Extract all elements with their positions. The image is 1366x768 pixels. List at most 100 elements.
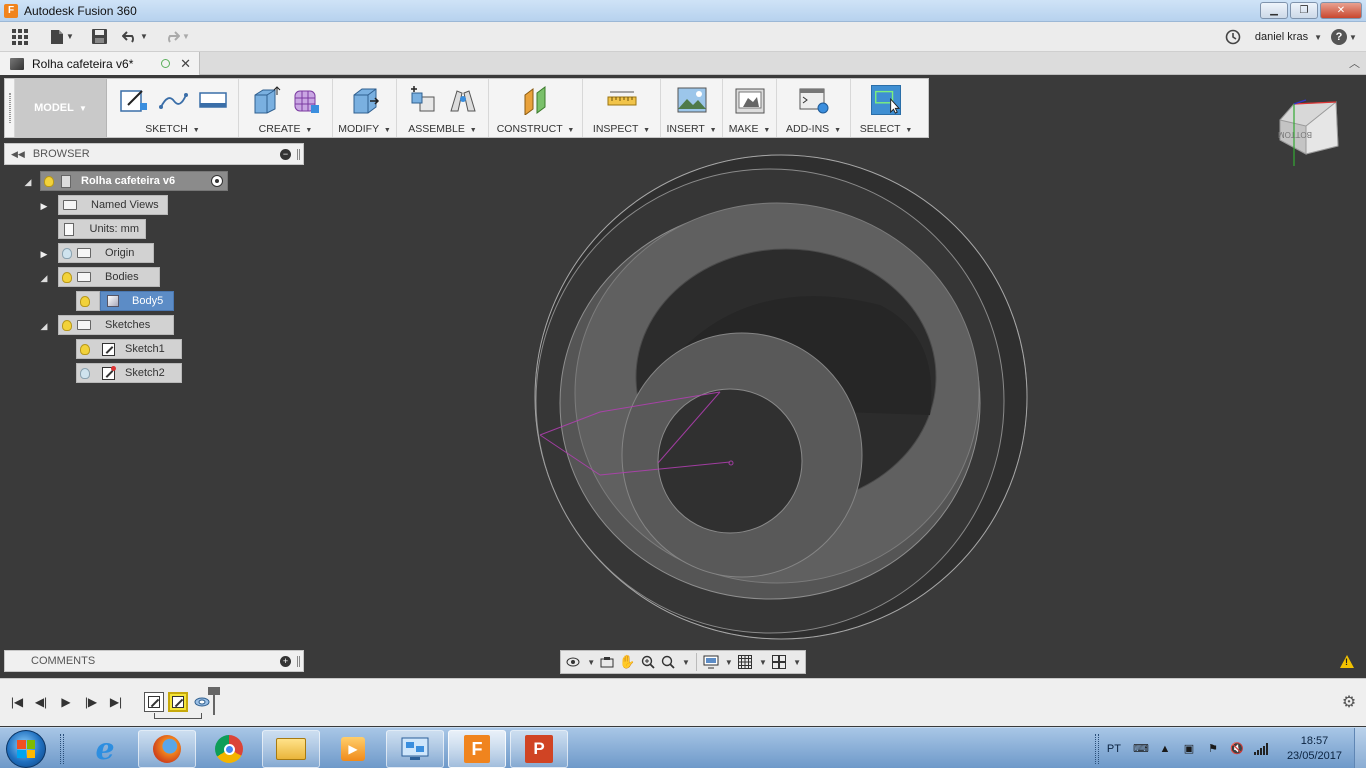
timeline-body5[interactable] <box>192 692 212 712</box>
joint-icon[interactable] <box>448 85 478 115</box>
undo-icon[interactable]: ▼ <box>114 22 156 52</box>
activate-component-icon[interactable] <box>211 175 223 187</box>
save-icon[interactable] <box>84 22 114 52</box>
select-icon[interactable] <box>871 85 901 115</box>
show-hidden-icons[interactable]: ▲ <box>1156 741 1174 757</box>
tree-expander-root[interactable]: ◢ <box>22 176 34 188</box>
taskbar-powerpoint[interactable]: P <box>510 730 568 768</box>
scripts-addins-icon[interactable] <box>799 85 829 115</box>
display-settings-icon[interactable] <box>703 653 719 671</box>
visibility-bulb-icon[interactable] <box>77 292 93 310</box>
step-back-icon[interactable]: ◀| <box>32 693 50 711</box>
select-group[interactable]: SELECT ▼ <box>851 79 921 137</box>
spline-icon[interactable] <box>158 85 188 115</box>
tree-node-named-views[interactable]: Named Views <box>58 195 168 215</box>
browser-root-node[interactable]: Rolha cafeteira v6 <box>40 171 228 191</box>
tree-node-sketches[interactable]: Sketches <box>58 315 174 335</box>
make-group[interactable]: MAKE ▼ <box>723 79 777 137</box>
view-cube[interactable]: BOTTOM <box>1276 96 1344 172</box>
tree-expander-bodies[interactable]: ◢ <box>38 272 50 284</box>
add-comment-icon[interactable]: + <box>280 655 291 667</box>
insert-group[interactable]: INSERT ▼ <box>661 79 723 137</box>
visibility-bulb-icon[interactable] <box>59 268 75 286</box>
go-to-end-icon[interactable]: ▶| <box>107 693 125 711</box>
collapse-ribbon-icon[interactable]: ︿ <box>1349 55 1360 71</box>
comments-pin-icon[interactable] <box>297 655 300 667</box>
maximize-button[interactable]: ❐ <box>1290 2 1318 19</box>
extrude-icon[interactable] <box>251 85 281 115</box>
measure-icon[interactable] <box>607 85 637 115</box>
job-status-icon[interactable] <box>1221 22 1245 52</box>
user-account-menu[interactable]: daniel kras <box>1255 31 1308 43</box>
signal-icon[interactable] <box>1252 741 1270 757</box>
volume-icon[interactable]: 🔇 <box>1228 741 1246 757</box>
visibility-bulb-icon[interactable] <box>59 316 75 334</box>
browser-minimize-icon[interactable]: − <box>280 148 291 160</box>
tree-node-bodies[interactable]: Bodies <box>58 267 160 287</box>
add-ins-group[interactable]: ADD-INS ▼ <box>777 79 851 137</box>
tree-node-sketch2[interactable]: Sketch2 <box>76 363 182 383</box>
visibility-bulb-icon[interactable] <box>77 340 93 358</box>
inspect-group[interactable]: INSPECT ▼ <box>583 79 661 137</box>
browser-panel-header[interactable]: ◀◀ BROWSER − <box>4 143 304 165</box>
viewports-icon[interactable] <box>771 653 787 671</box>
press-pull-icon[interactable] <box>350 85 380 115</box>
taskbar-fusion360[interactable]: F <box>448 730 506 768</box>
tree-node-body5-visibility[interactable] <box>76 291 100 311</box>
zoom-icon[interactable] <box>640 653 656 671</box>
rectangle-icon[interactable] <box>198 85 228 115</box>
comments-panel-header[interactable]: COMMENTS + <box>4 650 304 672</box>
grid-icon[interactable] <box>737 653 753 671</box>
taskbar-file-explorer[interactable] <box>262 730 320 768</box>
redo-icon[interactable]: ▼ <box>156 22 198 52</box>
taskbar-media-player[interactable]: ▶ <box>324 730 382 768</box>
taskbar-chrome[interactable] <box>200 730 258 768</box>
offset-plane-icon[interactable] <box>521 85 551 115</box>
keyboard-icon[interactable]: ⌨ <box>1132 741 1150 757</box>
taskbar-firefox[interactable] <box>138 730 196 768</box>
warning-icon[interactable]: ! <box>1340 655 1354 668</box>
step-forward-icon[interactable]: |▶ <box>82 693 100 711</box>
model-viewport[interactable] <box>0 75 1366 678</box>
tree-node-body5[interactable]: Body5 <box>100 291 174 311</box>
workspace-switcher[interactable]: MODEL ▼ <box>15 79 107 137</box>
tree-expander-named-views[interactable]: ▶ <box>38 200 50 212</box>
close-tab-icon[interactable]: ✕ <box>180 56 191 72</box>
gear-icon[interactable]: ⚙ <box>1340 693 1358 711</box>
pan-icon[interactable]: ✋ <box>619 653 635 671</box>
browser-pin-icon[interactable] <box>297 148 300 160</box>
modify-group[interactable]: MODIFY ▼ <box>333 79 397 137</box>
visibility-bulb-icon[interactable] <box>41 172 57 190</box>
language-indicator[interactable]: PT <box>1107 743 1121 755</box>
play-icon[interactable]: ▶ <box>57 693 75 711</box>
visibility-bulb-icon[interactable] <box>59 244 75 262</box>
sketch-group[interactable]: SKETCH ▼ <box>107 79 239 137</box>
close-button[interactable]: ✕ <box>1320 2 1362 19</box>
timeline-sketch1[interactable] <box>144 692 164 712</box>
show-desktop-button[interactable] <box>1354 728 1366 768</box>
tree-expander-origin[interactable]: ▶ <box>38 248 50 260</box>
look-at-icon[interactable] <box>599 653 615 671</box>
create-group[interactable]: CREATE ▼ <box>239 79 333 137</box>
form-icon[interactable] <box>291 85 321 115</box>
collapse-browser-icon[interactable]: ◀◀ <box>11 149 25 160</box>
system-clock[interactable]: 18:57 23/05/2017 <box>1287 734 1342 764</box>
timeline-marker[interactable] <box>208 687 220 715</box>
tree-expander-sketches[interactable]: ◢ <box>38 320 50 332</box>
timeline-sketch2[interactable] <box>168 692 188 712</box>
minimize-button[interactable]: ▁ <box>1260 2 1288 19</box>
construct-group[interactable]: CONSTRUCT ▼ <box>489 79 583 137</box>
fit-icon[interactable] <box>660 653 676 671</box>
tree-node-origin[interactable]: Origin <box>58 243 154 263</box>
document-tab[interactable]: Rolha cafeteira v6* ✕ <box>0 52 200 75</box>
orbit-icon[interactable] <box>565 653 581 671</box>
data-panel-icon[interactable] <box>0 22 40 52</box>
help-menu[interactable]: ? ▼ <box>1322 22 1366 52</box>
flag-icon[interactable]: ⚑ <box>1204 741 1222 757</box>
visibility-bulb-icon[interactable] <box>77 364 93 382</box>
3d-print-icon[interactable] <box>735 85 765 115</box>
device-icon[interactable]: ▣ <box>1180 741 1198 757</box>
new-component-icon[interactable] <box>408 85 438 115</box>
start-button[interactable] <box>6 730 46 768</box>
taskbar-internet-explorer[interactable]: e <box>76 730 134 768</box>
